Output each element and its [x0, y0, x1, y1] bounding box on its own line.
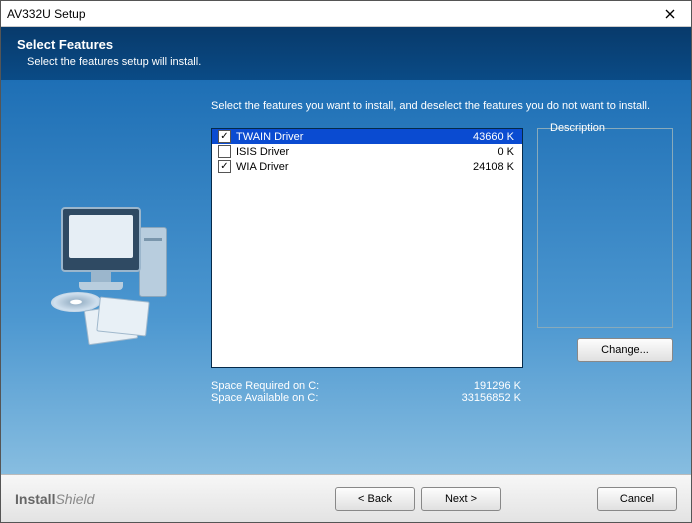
feature-checkbox[interactable]: ✓ — [218, 130, 231, 143]
feature-list[interactable]: ✓TWAIN Driver43660 KISIS Driver0 K✓WIA D… — [211, 128, 523, 368]
header-panel: Select Features Select the features setu… — [1, 27, 691, 80]
feature-size: 24108 K — [473, 161, 516, 173]
instruction-text: Select the features you want to install,… — [211, 100, 673, 112]
close-icon — [665, 9, 675, 19]
feature-name: WIA Driver — [236, 161, 473, 173]
feature-size: 43660 K — [473, 131, 516, 143]
computer-icon — [31, 197, 181, 357]
description-column: Description Change... — [537, 128, 673, 368]
setup-window: AV332U Setup Select Features Select the … — [0, 0, 692, 523]
feature-size: 0 K — [497, 146, 516, 158]
feature-item[interactable]: ✓ TWAIN Driver43660 K — [212, 129, 522, 144]
change-button[interactable]: Change... — [577, 338, 673, 362]
feature-item[interactable]: ✓ WIA Driver24108 K — [212, 159, 522, 174]
space-required-label: Space Required on C: — [211, 380, 421, 392]
main-panel: Select the features you want to install,… — [1, 80, 691, 474]
next-button[interactable]: Next > — [421, 487, 501, 511]
sidebar-illustration — [1, 80, 211, 474]
space-available-value: 33156852 K — [421, 392, 521, 404]
titlebar: AV332U Setup — [1, 1, 691, 27]
content-area: Select the features you want to install,… — [211, 80, 691, 474]
description-legend: Description — [546, 122, 609, 134]
feature-name: ISIS Driver — [236, 146, 497, 158]
feature-item[interactable]: ISIS Driver0 K — [212, 144, 522, 159]
footer: InstallShield < Back Next > Cancel — [1, 474, 691, 522]
space-available-label: Space Available on C: — [211, 392, 421, 404]
header-title: Select Features — [17, 37, 675, 52]
description-box: Description — [537, 128, 673, 328]
space-required-value: 191296 K — [421, 380, 521, 392]
close-button[interactable] — [655, 4, 685, 24]
space-info: Space Required on C: 191296 K Space Avai… — [211, 380, 673, 404]
back-button[interactable]: < Back — [335, 487, 415, 511]
cancel-button[interactable]: Cancel — [597, 487, 677, 511]
feature-checkbox[interactable]: ✓ — [218, 160, 231, 173]
header-subtitle: Select the features setup will install. — [17, 56, 675, 68]
feature-name: TWAIN Driver — [236, 131, 473, 143]
feature-checkbox[interactable] — [218, 145, 231, 158]
installshield-logo: InstallShield — [15, 491, 94, 507]
window-title: AV332U Setup — [7, 7, 655, 21]
